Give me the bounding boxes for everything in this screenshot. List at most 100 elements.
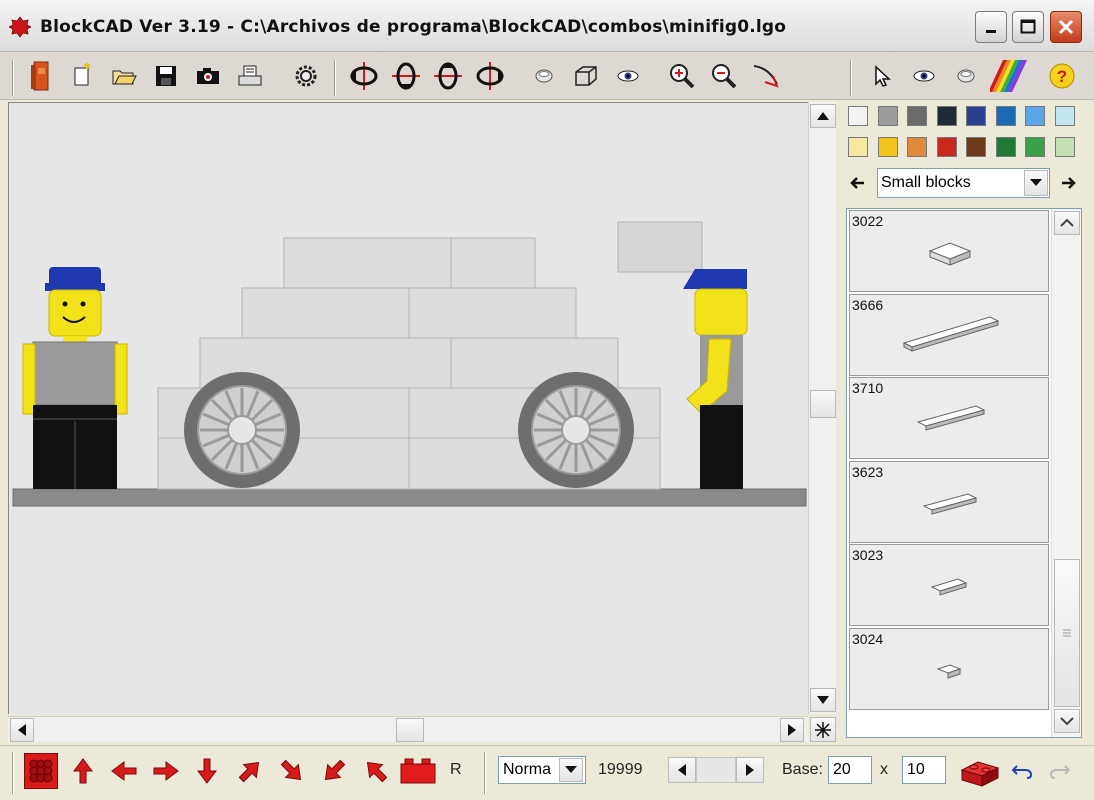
brick-3d-button[interactable] [960,755,1000,789]
parts-scroll-up-button[interactable] [1054,211,1080,235]
color-swatch[interactable] [907,106,927,126]
model-viewport[interactable] [8,102,808,714]
move-up-right-button[interactable] [234,755,266,787]
minifig-right [683,269,748,489]
part-cell[interactable]: 3623 [849,460,1049,543]
move-down-right-button[interactable] [276,755,308,787]
color-swatch[interactable] [848,137,868,157]
scroll-thumb-horizontal[interactable] [396,718,424,742]
part-cell[interactable]: 3024 [849,627,1049,710]
settings-gear-icon[interactable] [290,60,322,92]
decrement-button[interactable] [668,757,696,783]
rotate-label[interactable]: R [450,761,462,779]
color-swatch[interactable] [966,137,986,157]
color-swatch[interactable] [995,137,1016,157]
color-swatch[interactable] [907,137,927,157]
scroll-down-button[interactable] [810,688,836,712]
move-up-left-button[interactable] [360,755,392,787]
color-swatch[interactable] [1025,137,1045,157]
scroll-right-button[interactable] [780,718,804,742]
close-icon [1058,19,1074,35]
rotate-down-icon[interactable] [390,60,422,92]
grid-brick-button[interactable] [24,753,58,789]
parts-list-scrollbar[interactable] [1051,209,1081,737]
move-left-button[interactable] [108,755,140,787]
view-eye-icon[interactable] [908,60,940,92]
horizontal-scrollbar[interactable] [8,716,808,742]
color-swatch[interactable] [936,137,957,157]
maximize-button[interactable] [1012,11,1044,43]
arrow-down-left-icon [324,759,346,781]
part-cell[interactable]: 3022 [849,210,1049,292]
move-down-left-button[interactable] [318,755,350,787]
scroll-thumb[interactable] [810,390,836,418]
color-swatch[interactable] [848,106,868,126]
part-cell[interactable]: 3023 [849,544,1049,626]
color-swatch[interactable] [1054,106,1075,126]
reset-view-button[interactable] [810,717,836,742]
category-dropdown-button[interactable] [1024,170,1048,196]
scroll-left-button[interactable] [10,718,34,742]
colors-rainbow-icon[interactable] [990,58,1030,94]
toolbar-separator [334,60,336,96]
base-depth-input[interactable]: 10 [902,756,946,784]
open-folder-icon[interactable] [108,60,140,92]
category-select[interactable]: Small blocks [877,168,1050,198]
part-cell[interactable]: 3710 [849,377,1049,459]
camera-icon[interactable] [192,60,224,92]
pointer-icon[interactable] [866,60,898,92]
zoom-in-icon[interactable] [666,60,698,92]
rotate-up-icon[interactable] [432,60,464,92]
brick-icon[interactable] [24,60,56,92]
color-swatch[interactable] [877,106,898,126]
arrow-up-icon [73,758,93,784]
color-swatch[interactable] [995,106,1016,126]
color-swatch[interactable] [1054,137,1075,157]
move-down-button[interactable] [194,755,220,787]
arrow-down-icon [817,696,829,704]
scroll-up-button[interactable] [810,104,836,128]
color-swatch[interactable] [966,106,986,126]
color-swatch[interactable] [1025,106,1045,126]
baseplate [12,488,807,507]
parts-scroll-thumb[interactable] [1054,559,1080,707]
next-category-button[interactable] [1060,174,1080,194]
color-swatch[interactable] [877,137,898,157]
base-width-value: 20 [833,761,851,778]
rotate-right-icon[interactable] [474,60,506,92]
stepper-track[interactable] [696,757,736,783]
pan-icon[interactable] [750,60,782,92]
smooth-view-icon[interactable] [528,60,560,92]
undo-icon [1011,765,1033,779]
part-thumbnail [936,663,962,679]
redo-button[interactable] [1046,757,1074,785]
wireframe-icon[interactable] [570,60,602,92]
help-icon[interactable]: ? [1046,60,1078,92]
minimize-button[interactable] [975,11,1007,43]
close-button[interactable] [1050,11,1082,43]
mode-dropdown-button[interactable] [559,758,583,782]
parts-list: 3022 3666 3710 3623 3023 3024 [846,208,1082,738]
increment-button[interactable] [736,757,764,783]
move-right-button[interactable] [150,755,182,787]
vertical-scrollbar[interactable] [808,102,836,714]
mode-select[interactable]: Norma [498,756,586,784]
model-scene [12,221,807,507]
eye-icon[interactable] [612,60,644,92]
save-icon[interactable] [150,60,182,92]
print-icon[interactable] [234,60,266,92]
parts-scroll-down-button[interactable] [1054,709,1080,733]
move-up-button[interactable] [70,755,96,787]
part-cell[interactable]: 3666 [849,293,1049,376]
color-swatch[interactable] [936,106,957,126]
undo-button[interactable] [1008,757,1036,785]
add-brick-button[interactable] [400,755,436,787]
zoom-out-icon[interactable] [708,60,740,92]
base-width-input[interactable]: 20 [828,756,872,784]
new-file-icon[interactable] [66,60,98,92]
minimize-icon [986,30,996,33]
prev-category-button[interactable] [848,174,868,194]
shade-icon[interactable] [950,60,982,92]
rotate-left-icon[interactable] [348,60,380,92]
red-brick-icon [400,758,436,784]
